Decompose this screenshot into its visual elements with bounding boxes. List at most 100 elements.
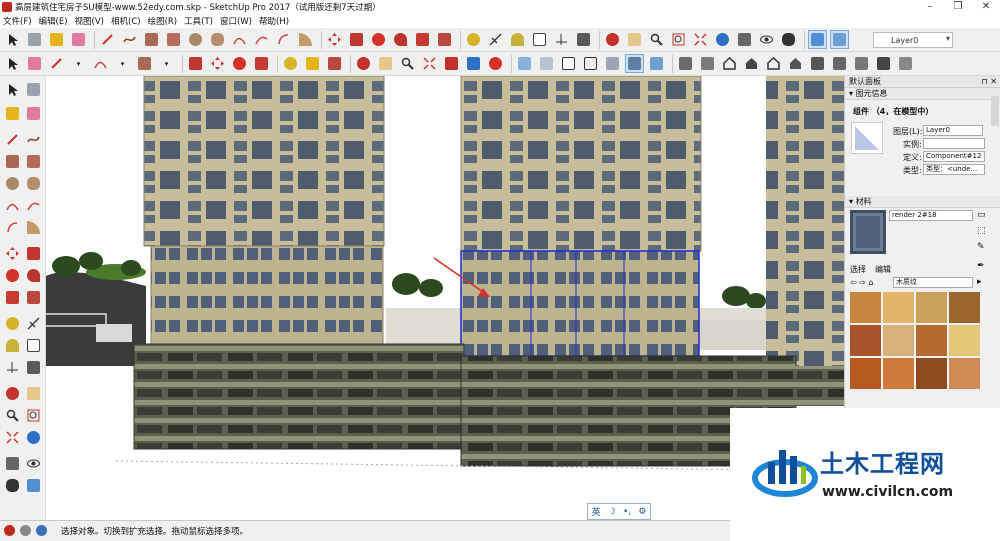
axes-button[interactable] (3, 358, 22, 377)
share-model-button[interactable] (486, 54, 505, 73)
material-swatch[interactable] (916, 292, 947, 323)
nav-back-forward-icon[interactable]: ⇦ ⇨ ⌂ (850, 278, 874, 287)
shadow-button[interactable] (874, 54, 893, 73)
eraser-button-2[interactable] (25, 54, 44, 73)
polygon-button[interactable] (208, 30, 227, 49)
xray-style-button[interactable] (515, 54, 534, 73)
line-dropdown-button[interactable]: ▾ (69, 54, 88, 73)
two-point-arc-button[interactable] (24, 196, 43, 215)
previous-view-button[interactable] (24, 428, 43, 447)
right-view-button[interactable] (742, 54, 761, 73)
left-view-button[interactable] (786, 54, 805, 73)
tab-edit[interactable]: 编辑 (875, 264, 891, 275)
previous-view-button[interactable] (713, 30, 732, 49)
menu-window[interactable]: 窗口(W) (220, 15, 252, 27)
select-tool-button[interactable] (3, 80, 22, 99)
walk-button[interactable] (3, 476, 22, 495)
rectangle-button[interactable] (3, 152, 22, 171)
default-material-icon[interactable]: ▭ (977, 210, 986, 220)
front-view-button[interactable] (720, 54, 739, 73)
rotated-rectangle-button[interactable] (164, 30, 183, 49)
line-tool-button-2[interactable] (47, 54, 66, 73)
zoom-button[interactable] (647, 30, 666, 49)
menu-edit[interactable]: 编辑(E) (39, 15, 68, 27)
circle-button[interactable] (186, 30, 205, 49)
scale-button-2[interactable] (252, 54, 271, 73)
pan-button[interactable] (625, 30, 644, 49)
circle-button[interactable] (3, 174, 22, 193)
move-button[interactable] (3, 244, 22, 263)
restore-button[interactable]: ❐ (944, 0, 972, 14)
menu-draw[interactable]: 绘图(R) (148, 15, 178, 27)
select-tool-button-2[interactable] (3, 54, 22, 73)
arc-button-2[interactable] (91, 54, 110, 73)
push-pull-button-2[interactable] (186, 54, 205, 73)
material-swatch[interactable] (949, 292, 980, 323)
two-point-perspective-button[interactable] (852, 54, 871, 73)
paint-bucket-button-2[interactable] (303, 54, 322, 73)
protractor-button[interactable] (3, 336, 22, 355)
user-icon[interactable] (36, 525, 47, 536)
menu-camera[interactable]: 相机(C) (111, 15, 141, 27)
text-button[interactable] (24, 336, 43, 355)
rectangle-button[interactable] (142, 30, 161, 49)
material-swatch[interactable] (850, 358, 881, 389)
scale-button[interactable] (3, 288, 22, 307)
ime-language[interactable]: 英 (592, 505, 601, 518)
section-plane-button[interactable] (24, 476, 43, 495)
move-button-2[interactable] (208, 54, 227, 73)
pan-button-2[interactable] (376, 54, 395, 73)
zoom-button[interactable] (3, 406, 22, 425)
monochrome-button[interactable] (647, 54, 666, 73)
offset-button[interactable] (24, 288, 43, 307)
offset-button[interactable] (435, 30, 454, 49)
entity-info-header[interactable]: ▾ 图元信息 (845, 88, 1000, 100)
orbit-button[interactable] (603, 30, 622, 49)
freehand-button[interactable] (120, 30, 139, 49)
shape-dropdown-button[interactable]: ▾ (157, 54, 176, 73)
protractor-button[interactable] (508, 30, 527, 49)
material-name-field[interactable]: render 2#18 (889, 210, 973, 221)
make-component-button[interactable] (24, 80, 43, 99)
look-around-button[interactable] (757, 30, 776, 49)
sample-paint-icon[interactable]: ✎ (977, 242, 985, 252)
push-pull-button[interactable] (347, 30, 366, 49)
make-component-button[interactable] (25, 30, 44, 49)
fog-button[interactable] (896, 54, 915, 73)
extension-button[interactable] (464, 54, 483, 73)
back-view-button[interactable] (764, 54, 783, 73)
create-material-icon[interactable]: ⬚ (977, 226, 986, 236)
material-swatch[interactable] (883, 292, 914, 323)
follow-me-button[interactable] (391, 30, 410, 49)
move-button[interactable] (325, 30, 344, 49)
material-swatch[interactable] (883, 358, 914, 389)
gear-icon[interactable]: ⚙ (638, 507, 646, 517)
model-viewport[interactable] (46, 76, 844, 520)
material-swatch[interactable] (916, 325, 947, 356)
eraser-button[interactable] (24, 104, 43, 123)
tape-measure-button-2[interactable] (281, 54, 300, 73)
rotate-button-2[interactable] (230, 54, 249, 73)
credits-icon[interactable] (20, 525, 31, 536)
orbit-button[interactable] (3, 384, 22, 403)
push-pull-button[interactable] (24, 244, 43, 263)
rectangle-button-2[interactable] (135, 54, 154, 73)
minimize-button[interactable]: – (916, 0, 944, 14)
menu-view[interactable]: 视图(V) (75, 15, 104, 27)
geolocation-icon[interactable] (4, 525, 15, 536)
polygon-button[interactable] (24, 174, 43, 193)
eyedropper-icon[interactable]: ✒ (977, 261, 985, 271)
pan-button[interactable] (24, 384, 43, 403)
definition-field[interactable]: Component#12 (923, 151, 985, 162)
line-tool-button[interactable] (3, 130, 22, 149)
axes-button[interactable] (552, 30, 571, 49)
two-point-arc-button[interactable] (252, 30, 271, 49)
materials-header[interactable]: ▾ 材料 (845, 196, 1000, 208)
arc-dropdown-button[interactable]: ▾ (113, 54, 132, 73)
hidden-line-button[interactable] (581, 54, 600, 73)
pie-button[interactable] (296, 30, 315, 49)
rotate-button[interactable] (369, 30, 388, 49)
entity-layer-select[interactable]: Layer0 (923, 125, 983, 136)
orbit-button-2[interactable] (354, 54, 373, 73)
pie-button[interactable] (24, 218, 43, 237)
